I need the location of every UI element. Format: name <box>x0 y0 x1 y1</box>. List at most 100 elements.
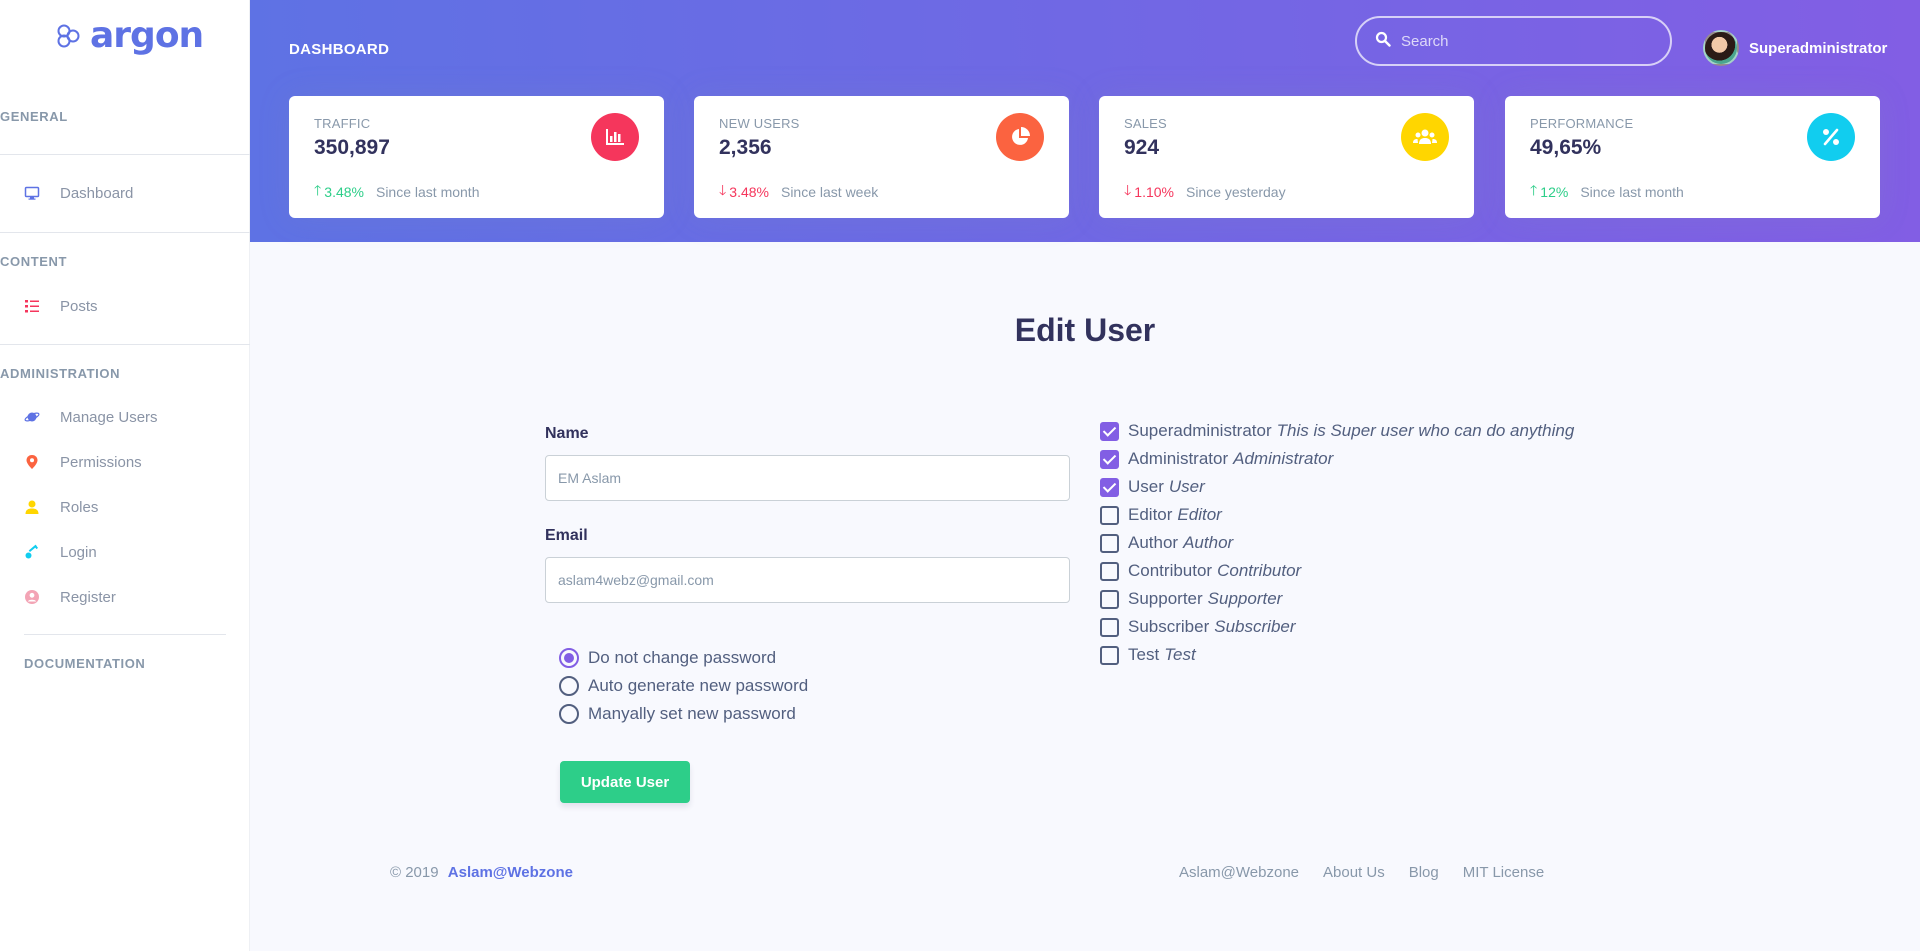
search-input[interactable] <box>1401 32 1641 50</box>
brand-logo[interactable]: argon <box>56 15 204 56</box>
email-field[interactable] <box>545 557 1070 603</box>
header-banner: DASHBOARD Superadministrator TRAFFIC 350… <box>250 0 1920 242</box>
checkbox[interactable] <box>1100 617 1119 637</box>
stat-label: TRAFFIC <box>314 116 371 131</box>
role-name: Subscriber <box>1128 617 1210 636</box>
role-checkbox-author[interactable]: Author Author <box>1100 533 1233 553</box>
name-label: Name <box>545 425 589 442</box>
email-input[interactable] <box>558 572 1069 588</box>
sidebar-item-label: Permissions <box>60 453 142 471</box>
brand-name: argon <box>90 15 204 56</box>
chart-bar-icon <box>591 113 639 161</box>
role-name: Administrator <box>1128 449 1229 468</box>
stat-footer: 🡓 3.48% Since last week <box>719 180 878 204</box>
name-input[interactable] <box>558 470 1069 486</box>
stat-label: PERFORMANCE <box>1530 116 1634 131</box>
radio-button[interactable] <box>559 676 579 696</box>
footer-link[interactable]: About Us <box>1323 864 1385 881</box>
checkbox[interactable] <box>1100 645 1119 665</box>
checkbox[interactable] <box>1100 421 1119 441</box>
stat-since: Since last month <box>1580 184 1684 200</box>
footer-links: Aslam@Webzone About Us Blog MIT License <box>1179 864 1544 881</box>
role-checkbox-test[interactable]: Test Test <box>1100 645 1196 665</box>
radio-button[interactable] <box>559 704 579 724</box>
role-checkbox-editor[interactable]: Editor Editor <box>1100 505 1222 525</box>
sidebar-item-dashboard[interactable]: Dashboard <box>24 181 133 205</box>
page-title: Edit User <box>1014 312 1156 348</box>
users-icon <box>1401 113 1449 161</box>
radio-label: Manyally set new password <box>588 704 796 723</box>
percent-icon <box>1807 113 1855 161</box>
stat-card-sales: SALES 924 🡓 1.10% Since yesterday <box>1099 96 1474 218</box>
role-description: Subscriber <box>1214 617 1296 636</box>
stat-footer: 🡑 12% Since last month <box>1530 180 1684 204</box>
nav-heading-administration: ADMINISTRATION <box>0 366 121 381</box>
radio-label: Auto generate new password <box>588 676 809 695</box>
nav-heading-documentation[interactable]: DOCUMENTATION <box>24 656 145 671</box>
nav-divider <box>0 154 250 155</box>
stat-card-traffic: TRAFFIC 350,897 🡑 3.48% Since last month <box>289 96 664 218</box>
sidebar-item-manage-users[interactable]: Manage Users <box>24 405 158 429</box>
checkbox[interactable] <box>1100 505 1119 525</box>
role-description: Test <box>1164 645 1196 664</box>
sidebar-item-label: Dashboard <box>60 184 134 202</box>
role-checkbox-subscriber[interactable]: Subscriber Subscriber <box>1100 617 1296 637</box>
role-checkbox-administrator[interactable]: Administrator Administrator <box>1100 449 1333 469</box>
password-option-manual[interactable]: Manyally set new password <box>559 704 796 724</box>
circle-user-icon <box>24 589 40 605</box>
stat-card-performance: PERFORMANCE 49,65% 🡑 12% Since last month <box>1505 96 1880 218</box>
role-checkbox-superadministrator[interactable]: Superadministrator This is Super user wh… <box>1100 421 1574 441</box>
sidebar-item-label: Roles <box>60 498 99 516</box>
pin-icon <box>24 454 40 470</box>
stat-since: Since last week <box>780 184 879 200</box>
checkbox[interactable] <box>1100 533 1119 553</box>
role-checkbox-contributor[interactable]: Contributor Contributor <box>1100 561 1301 581</box>
name-field[interactable] <box>545 455 1070 501</box>
stat-label: NEW USERS <box>719 116 800 131</box>
page-heading[interactable]: DASHBOARD <box>289 41 389 58</box>
checkbox[interactable] <box>1100 449 1119 469</box>
copyright-text: © 2019 <box>390 864 439 881</box>
stat-value: 49,65% <box>1530 136 1602 159</box>
key-icon <box>24 544 40 560</box>
monitor-icon <box>24 185 40 201</box>
stat-value: 924 <box>1124 136 1160 159</box>
checkbox[interactable] <box>1100 477 1119 497</box>
checkbox[interactable] <box>1100 589 1119 609</box>
update-user-button[interactable]: Update User <box>560 761 690 803</box>
stat-since: Since yesterday <box>1185 184 1286 200</box>
role-description: Author <box>1183 533 1234 552</box>
password-option-auto[interactable]: Auto generate new password <box>559 676 808 696</box>
nav-divider <box>24 634 226 635</box>
stat-since: Since last month <box>375 184 480 200</box>
footer-link[interactable]: MIT License <box>1463 864 1544 881</box>
footer-author-link[interactable]: Aslam@Webzone <box>448 864 573 881</box>
role-description: Administrator <box>1233 449 1334 468</box>
sidebar-item-login[interactable]: Login <box>24 540 97 564</box>
radio-label: Do not change password <box>588 648 777 667</box>
stat-value: 350,897 <box>314 136 390 159</box>
radio-button[interactable] <box>559 648 579 668</box>
role-checkbox-supporter[interactable]: Supporter Supporter <box>1100 589 1282 609</box>
sidebar-item-label: Login <box>60 543 97 561</box>
password-option-keep[interactable]: Do not change password <box>559 648 776 668</box>
sidebar-item-permissions[interactable]: Permissions <box>24 450 142 474</box>
footer-link[interactable]: Aslam@Webzone <box>1179 864 1299 881</box>
role-checkbox-user[interactable]: User User <box>1100 477 1205 497</box>
sidebar-item-register[interactable]: Register <box>24 585 116 609</box>
footer-link[interactable]: Blog <box>1409 864 1439 881</box>
sidebar: argon GENERAL Dashboard CONTENT Posts AD… <box>0 0 250 951</box>
search-icon <box>1375 31 1391 52</box>
stat-footer: 🡑 3.48% Since last month <box>314 180 479 204</box>
arrow-down-icon: 🡓 <box>1124 182 1132 198</box>
sidebar-item-roles[interactable]: Roles <box>24 495 98 519</box>
stat-card-new-users: NEW USERS 2,356 🡓 3.48% Since last week <box>694 96 1069 218</box>
nav-heading-content: CONTENT <box>0 254 68 269</box>
stat-change: 🡑 3.48% <box>314 180 364 204</box>
stat-value: 2,356 <box>719 136 772 159</box>
checkbox[interactable] <box>1100 561 1119 581</box>
search-box[interactable] <box>1355 16 1672 66</box>
user-icon <box>24 499 40 515</box>
arrow-down-icon: 🡓 <box>719 182 727 198</box>
user-menu[interactable]: Superadministrator <box>1703 30 1887 66</box>
